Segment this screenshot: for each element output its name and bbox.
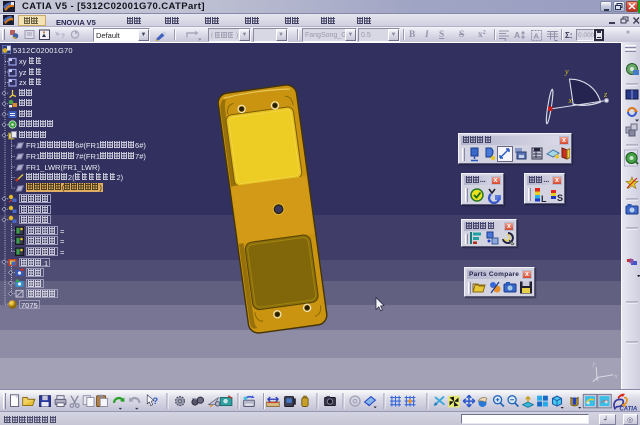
svg-text:S: S [557, 193, 563, 203]
svg-text:A: A [514, 30, 520, 40]
svg-text:L: L [541, 194, 547, 204]
svg-text:A: A [534, 32, 540, 41]
svg-text:y: y [592, 361, 596, 368]
svg-text:?: ? [153, 396, 159, 406]
svg-text:x: x [568, 96, 573, 105]
svg-text:z: z [603, 90, 608, 99]
svg-text:?: ? [61, 33, 65, 40]
svg-text:y: y [564, 67, 569, 76]
svg-text:x: x [614, 373, 618, 380]
